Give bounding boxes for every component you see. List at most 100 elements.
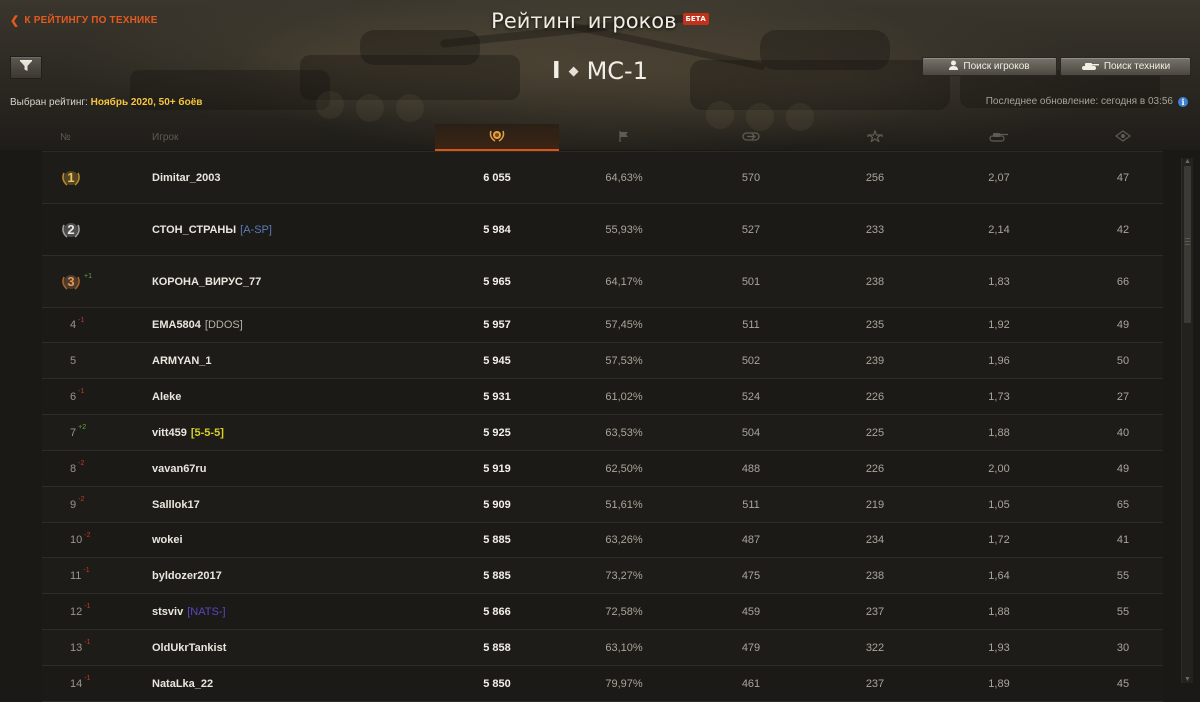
rating-score: 5 909 bbox=[483, 498, 511, 511]
rank-change: -1 bbox=[78, 388, 85, 395]
player-name-link[interactable]: Aleke bbox=[152, 391, 181, 403]
clan-tag-link[interactable]: [5-5-5] bbox=[191, 427, 224, 439]
player-cell: OldUkrTankist bbox=[152, 630, 442, 665]
column-spotting[interactable] bbox=[1061, 124, 1185, 151]
spotting-value: 49 bbox=[1116, 462, 1130, 475]
scroll-up-icon[interactable]: ▲ bbox=[1183, 158, 1192, 165]
spotting-value: 40 bbox=[1116, 426, 1130, 439]
column-rating[interactable] bbox=[435, 124, 559, 151]
table-row[interactable]: 4 -1 EMA5804 [DDOS] 5 957 57,45% 511 235 1,92 49 bbox=[42, 308, 1163, 343]
search-players-button[interactable]: Поиск игроков bbox=[922, 57, 1057, 76]
winrate-value: 72,58% bbox=[605, 605, 643, 618]
xp-value: 233 bbox=[865, 223, 885, 236]
spotting-value: 45 bbox=[1116, 677, 1130, 690]
kills-value: 1,83 bbox=[988, 275, 1010, 288]
player-cell: wokei bbox=[152, 523, 442, 557]
table-row[interactable]: 12 -1 stsviv [NATS-] 5 866 72,58% 459 237 1,88 55 bbox=[42, 594, 1163, 630]
scrollbar[interactable]: ▲ ▼ bbox=[1181, 158, 1193, 683]
table-row[interactable]: 5 ARMYAN_1 5 945 57,53% 502 239 1,96 50 bbox=[42, 343, 1163, 379]
selected-rating-label: Выбран рейтинг: bbox=[10, 97, 88, 108]
clan-tag-link[interactable]: [DDOS] bbox=[205, 319, 243, 331]
selected-rating-value[interactable]: Ноябрь 2020, 50+ боёв bbox=[91, 97, 203, 108]
scroll-down-icon[interactable]: ▼ bbox=[1183, 676, 1192, 683]
kills-value: 2,07 bbox=[988, 171, 1010, 184]
rank-change: +2 bbox=[78, 424, 87, 431]
column-kills[interactable] bbox=[937, 124, 1061, 151]
player-name-link[interactable]: Dimitar_2003 bbox=[152, 172, 221, 184]
rating-score: 5 885 bbox=[483, 534, 511, 546]
info-icon[interactable]: i bbox=[1178, 96, 1188, 107]
player-name-link[interactable]: vavan67ru bbox=[152, 463, 206, 475]
player-name-link[interactable]: vitt459 bbox=[152, 427, 187, 439]
scroll-thumb[interactable] bbox=[1184, 166, 1191, 323]
winrate-value: 57,45% bbox=[605, 319, 643, 331]
table-row[interactable]: 1 Dimitar_2003 6 055 64,63% 570 256 2,07 47 bbox=[42, 152, 1163, 204]
player-name-link[interactable]: byldozer2017 bbox=[152, 570, 222, 582]
player-name-link[interactable]: stsviv bbox=[152, 606, 183, 618]
column-xp[interactable] bbox=[813, 124, 937, 151]
table-row[interactable]: 14 -1 NataLka_22 5 850 79,97% 461 237 1,89 45 bbox=[42, 666, 1163, 702]
table-row[interactable]: 8 -2 vavan67ru 5 919 62,50% 488 226 2,00 49 bbox=[42, 451, 1163, 487]
clan-tag-link[interactable]: [A-SP] bbox=[240, 224, 272, 236]
player-name-link[interactable]: EMA5804 bbox=[152, 319, 201, 331]
table-row[interactable]: 13 -1 OldUkrTankist 5 858 63,10% 479 322 1,93 30 bbox=[42, 630, 1163, 666]
column-winrate[interactable] bbox=[559, 124, 689, 151]
rank-number: 2 bbox=[67, 221, 75, 237]
table-row[interactable]: 7 +2 vitt459 [5-5-5] 5 925 63,53% 504 225 1,88 40 bbox=[42, 415, 1163, 451]
table-row[interactable]: 6 -1 Aleke 5 931 61,02% 524 226 1,73 27 bbox=[42, 379, 1163, 415]
rating-score: 5 866 bbox=[483, 605, 511, 618]
damage-value: 475 bbox=[741, 569, 761, 582]
player-name-link[interactable]: ARMYAN_1 bbox=[152, 355, 212, 367]
table-row[interactable]: 10 -2 wokei 5 885 63,26% 487 234 1,72 41 bbox=[42, 523, 1163, 558]
winrate-value: 64,17% bbox=[605, 275, 643, 288]
player-name-link[interactable]: NataLka_22 bbox=[152, 678, 213, 690]
damage-value: 524 bbox=[741, 390, 761, 403]
rank-change: -2 bbox=[84, 531, 91, 539]
rank-cell: 3 +1 bbox=[60, 256, 120, 307]
spotting-value: 55 bbox=[1116, 569, 1130, 582]
player-name-link[interactable]: wokei bbox=[152, 534, 183, 546]
rating-score: 5 931 bbox=[483, 390, 511, 403]
spotting-value: 27 bbox=[1116, 390, 1130, 403]
xp-value: 226 bbox=[865, 390, 885, 403]
xp-value: 234 bbox=[865, 534, 885, 546]
table-row[interactable]: 2 СТОН_СТРАНЫ [A-SP] 5 984 55,93% 527 233 2,14 4… bbox=[42, 204, 1163, 256]
rank-change: -1 bbox=[84, 603, 91, 610]
rank-number: 1 bbox=[67, 169, 75, 185]
spotting-value: 41 bbox=[1116, 534, 1130, 546]
column-damage[interactable] bbox=[689, 124, 813, 151]
rank-number: 7 bbox=[70, 426, 77, 439]
rank-number: 4 bbox=[70, 319, 77, 331]
spotting-value: 66 bbox=[1116, 275, 1130, 288]
rank-cell: 1 bbox=[60, 152, 120, 203]
player-name-link[interactable]: СТОН_СТРАНЫ bbox=[152, 224, 236, 236]
rating-score: 5 925 bbox=[483, 426, 511, 439]
rank-cell: 7 +2 bbox=[60, 415, 120, 450]
player-cell: Aleke bbox=[152, 379, 442, 414]
clan-tag-link[interactable]: [NATS-] bbox=[187, 606, 225, 618]
damage-icon bbox=[742, 131, 760, 145]
rank-cell: 2 bbox=[60, 204, 120, 255]
table-row[interactable]: 11 -1 byldozer2017 5 885 73,27% 475 238 1,64 55 bbox=[42, 558, 1163, 594]
column-player[interactable]: Игрок bbox=[152, 124, 232, 151]
player-name-link[interactable]: Salllok17 bbox=[152, 499, 200, 511]
column-rank[interactable]: № bbox=[60, 124, 90, 151]
rank-number: 8 bbox=[70, 462, 77, 475]
silver-medal-icon: 2 bbox=[60, 221, 82, 239]
page-title: Рейтинг игроков БЕТА bbox=[0, 9, 1200, 33]
rating-score: 5 850 bbox=[483, 677, 511, 690]
damage-value: 479 bbox=[741, 641, 761, 654]
search-tech-button[interactable]: Поиск техники bbox=[1060, 57, 1191, 76]
player-cell: NataLka_22 bbox=[152, 666, 442, 701]
damage-value: 487 bbox=[741, 534, 761, 546]
table-row[interactable]: 3 +1 КОРОНА_ВИРУС_77 5 965 64,17% 501 238 1,83 6… bbox=[42, 256, 1163, 308]
xp-value: 235 bbox=[865, 319, 885, 331]
spotting-value: 47 bbox=[1116, 171, 1130, 184]
spotting-value: 55 bbox=[1116, 605, 1130, 618]
player-name-link[interactable]: OldUkrTankist bbox=[152, 642, 226, 654]
player-name-link[interactable]: КОРОНА_ВИРУС_77 bbox=[152, 276, 261, 288]
search-players-label: Поиск игроков bbox=[963, 61, 1030, 72]
xp-star-icon bbox=[866, 129, 884, 145]
table-row[interactable]: 9 -2 Salllok17 5 909 51,61% 511 219 1,05 65 bbox=[42, 487, 1163, 523]
table-body: 1 Dimitar_2003 6 055 64,63% 570 256 2,07 47 2 СТО… bbox=[42, 152, 1163, 702]
